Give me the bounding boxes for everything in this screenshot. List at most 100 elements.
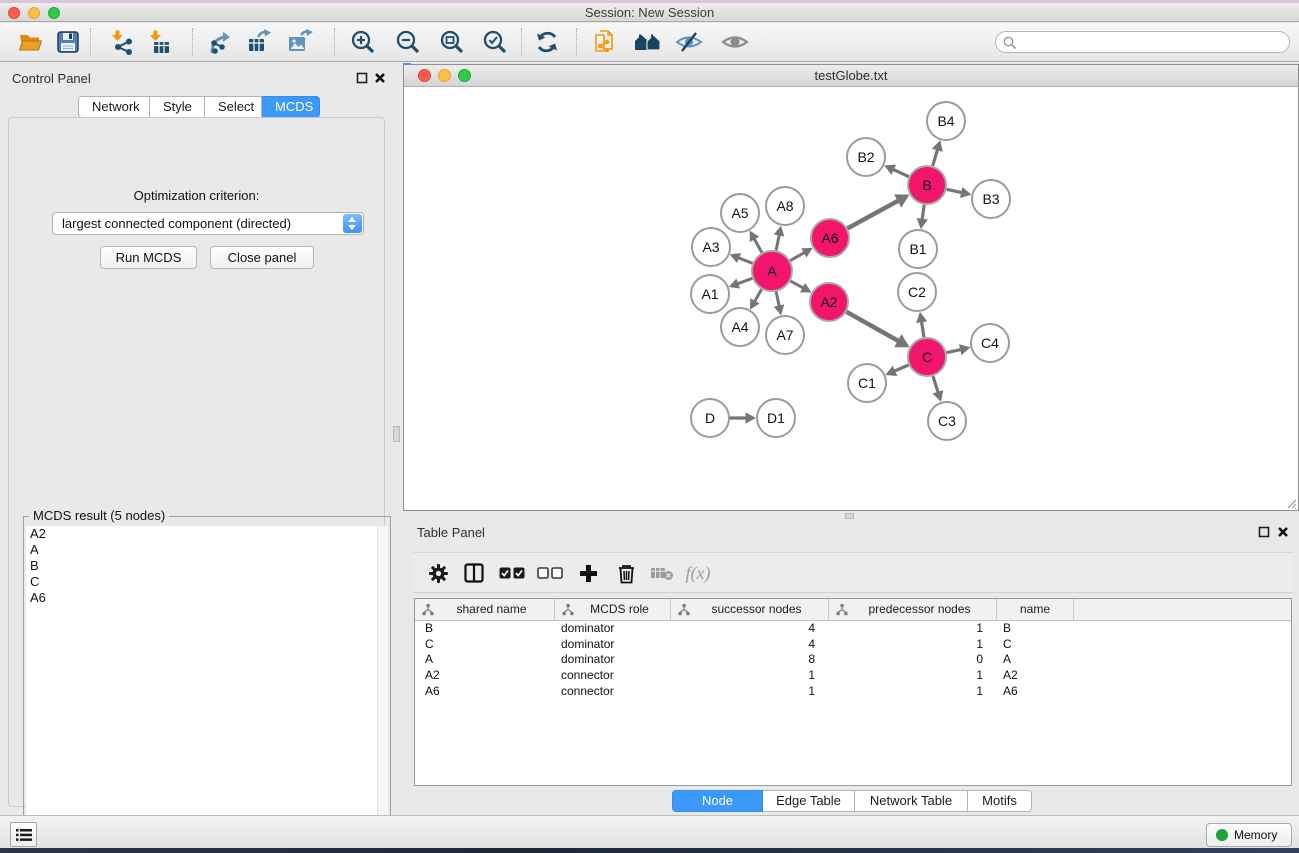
table-cell[interactable]: A <box>1003 652 1069 668</box>
close-panel-button[interactable]: Close panel <box>210 246 314 269</box>
table-cell[interactable]: A6 <box>425 684 550 700</box>
edge-A6-B[interactable] <box>848 201 899 229</box>
graph-node-A2[interactable]: A2 <box>810 283 848 321</box>
select-all-icon[interactable] <box>495 553 529 593</box>
delete-row-icon[interactable] <box>609 553 643 593</box>
import-table-icon[interactable] <box>142 26 178 58</box>
table-cell[interactable]: dominator <box>561 621 667 637</box>
scrollbar[interactable] <box>377 526 388 853</box>
table-cell[interactable]: connector <box>561 684 667 700</box>
table-cell[interactable]: C <box>425 637 550 653</box>
edge-A2-C[interactable] <box>846 312 898 341</box>
table-cell[interactable]: A2 <box>425 668 550 684</box>
show-columns-icon[interactable] <box>457 553 491 593</box>
graph-node-D[interactable]: D <box>691 399 729 437</box>
graph-node-C[interactable]: C <box>908 338 946 376</box>
edge-C-C1[interactable] <box>894 365 909 371</box>
tab-select[interactable]: Select <box>205 96 262 118</box>
hide-selected-icon[interactable] <box>671 26 707 58</box>
graph-node-B3[interactable]: B3 <box>972 180 1010 218</box>
graph-node-A6[interactable]: A6 <box>811 219 849 257</box>
edge-A-A2[interactable] <box>790 281 803 288</box>
edge-B-B4[interactable] <box>933 149 938 166</box>
memory-button[interactable]: Memory <box>1206 823 1292 847</box>
column-header-mcds-role[interactable]: MCDS role <box>555 599 671 621</box>
refresh-view-icon[interactable] <box>529 26 565 58</box>
graph-node-B2[interactable]: B2 <box>847 138 885 176</box>
edge-B-B3[interactable] <box>947 189 963 192</box>
table-row[interactable]: Adominator80 A <box>415 652 1291 668</box>
table-row[interactable]: A2connector11A2 <box>415 668 1291 684</box>
graph-node-A8[interactable]: A8 <box>766 187 804 225</box>
table-cell[interactable]: connector <box>561 668 667 684</box>
table-cell[interactable]: 1 <box>829 684 983 700</box>
home-view-icon[interactable] <box>630 26 666 58</box>
table-cell[interactable]: 1 <box>671 668 815 684</box>
import-network-icon[interactable] <box>104 26 140 58</box>
graph-node-C1[interactable]: C1 <box>848 364 886 402</box>
settings-gear-icon[interactable] <box>421 553 455 593</box>
edge-B-B1[interactable] <box>922 205 924 220</box>
close-panel-icon[interactable] <box>374 72 386 84</box>
zoom-out-icon[interactable] <box>390 26 426 58</box>
tab-motifs[interactable]: Motifs <box>968 790 1032 812</box>
graph-node-B1[interactable]: B1 <box>899 230 937 268</box>
graph-node-A[interactable]: A <box>752 251 792 291</box>
graph-node-A1[interactable]: A1 <box>691 275 729 313</box>
edge-A-A6[interactable] <box>790 252 804 260</box>
graph-node-D1[interactable]: D1 <box>757 399 795 437</box>
table-cell[interactable]: dominator <box>561 637 667 653</box>
table-cell[interactable]: dominator <box>561 652 667 668</box>
save-session-icon[interactable] <box>50 26 86 58</box>
edge-A-A4[interactable] <box>754 289 761 302</box>
table-cell[interactable]: 1 <box>829 621 983 637</box>
network-window-titlebar[interactable]: testGlobe.txt <box>404 65 1298 87</box>
edge-C-C3[interactable] <box>933 376 938 393</box>
criterion-select[interactable]: largest connected component (directed) <box>52 212 364 235</box>
column-header-predecessor-nodes[interactable]: predecessor nodes <box>829 599 997 621</box>
zoom-fit-icon[interactable] <box>434 26 470 58</box>
run-mcds-button[interactable]: Run MCDS <box>100 246 197 269</box>
table-cell[interactable]: C <box>1003 637 1069 653</box>
tab-node-table[interactable]: Node Table <box>672 790 763 812</box>
column-header-successor-nodes[interactable]: successor nodes <box>671 599 829 621</box>
export-image-icon[interactable] <box>282 26 318 58</box>
horizontal-splitter-grip[interactable] <box>845 513 854 519</box>
tab-mcds[interactable]: MCDS <box>262 96 320 118</box>
graph-node-A3[interactable]: A3 <box>692 228 730 266</box>
tab-style[interactable]: Style <box>150 96 205 118</box>
graph-node-B[interactable]: B <box>908 166 946 204</box>
table-cell[interactable]: 4 <box>671 637 815 653</box>
table-cell[interactable]: A <box>425 652 550 668</box>
deselect-all-icon[interactable] <box>533 553 567 593</box>
edge-C-C2[interactable] <box>921 321 923 337</box>
graph-node-A7[interactable]: A7 <box>766 316 804 354</box>
export-network-icon[interactable] <box>202 26 238 58</box>
vertical-splitter[interactable] <box>392 62 403 815</box>
open-file-icon[interactable] <box>13 26 49 58</box>
add-row-icon[interactable] <box>571 553 605 593</box>
tab-network-table[interactable]: Network Table <box>855 790 968 812</box>
table-cell[interactable]: 1 <box>829 637 983 653</box>
zoom-selected-icon[interactable] <box>477 26 513 58</box>
table-cell[interactable]: 1 <box>671 684 815 700</box>
table-cell[interactable]: 8 <box>671 652 815 668</box>
graph-node-C4[interactable]: C4 <box>971 324 1009 362</box>
clone-network-icon[interactable] <box>587 26 623 58</box>
edge-A-A3[interactable] <box>738 258 752 264</box>
float-panel-icon[interactable] <box>356 72 368 84</box>
delete-table-icon[interactable] <box>645 553 679 593</box>
float-table-panel-icon[interactable] <box>1258 526 1270 538</box>
task-history-button[interactable] <box>10 822 37 847</box>
table-row[interactable]: Cdominator41 C <box>415 637 1291 653</box>
table-row[interactable]: A6connector11A6 <box>415 684 1291 700</box>
edge-C-C4[interactable] <box>947 349 962 352</box>
column-header-shared-name[interactable]: shared name <box>415 599 555 621</box>
table-cell[interactable]: 1 <box>829 668 983 684</box>
table-cell[interactable]: B <box>1003 621 1069 637</box>
resize-grip-icon[interactable] <box>1285 497 1297 509</box>
edge-A-A1[interactable] <box>737 278 752 284</box>
graph-node-C2[interactable]: C2 <box>898 273 936 311</box>
table-cell[interactable]: 0 <box>829 652 983 668</box>
column-header-name[interactable]: name <box>997 599 1074 621</box>
